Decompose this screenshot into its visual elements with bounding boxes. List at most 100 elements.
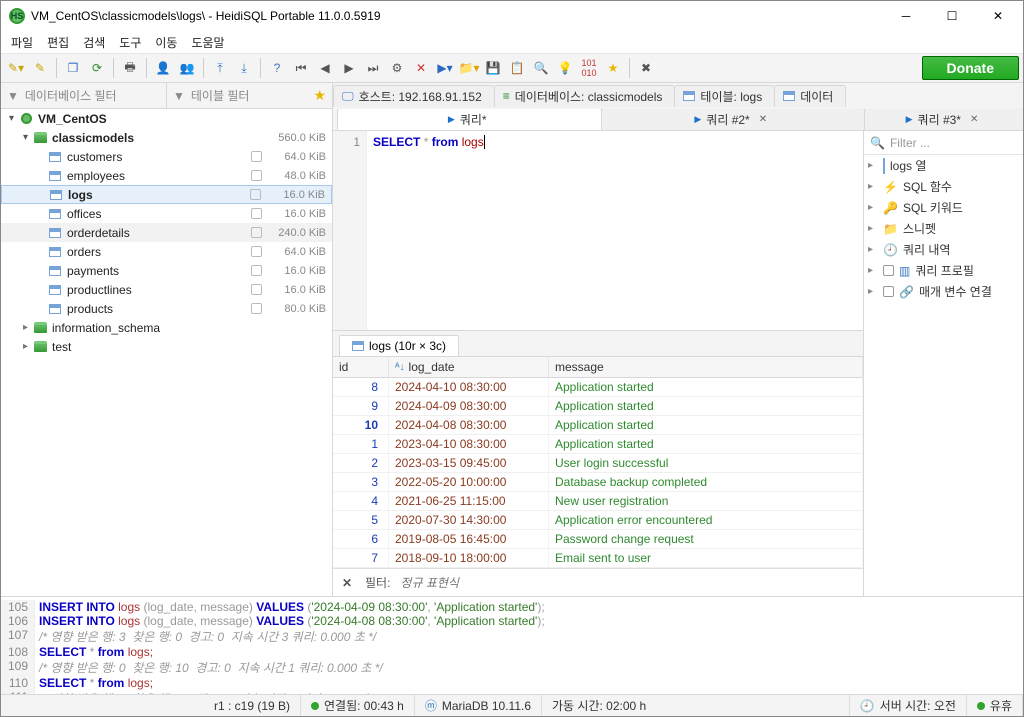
cell-id[interactable]: 4 [333,492,389,511]
new-window-icon[interactable]: ❐ [62,57,84,79]
cell-id[interactable]: 10 [333,416,389,435]
tree-database[interactable]: classicmodels 560.0 KiB [1,128,332,147]
sql-log[interactable]: 105INSERT INTO logs (log_date, message) … [1,596,1023,694]
search-icon[interactable]: 🔍 [530,57,552,79]
last-icon[interactable]: ⏭ [362,57,384,79]
helper-item-clock[interactable]: ▸🕘쿼리 내역 [864,239,1023,260]
tree-table-payments[interactable]: payments16.0 KiB [1,261,332,280]
print-icon[interactable]: 🖶 [119,57,141,79]
cell-message[interactable]: Application started [549,378,863,397]
checkbox[interactable] [251,284,262,295]
tree-table-products[interactable]: products80.0 KiB [1,299,332,318]
cell-message[interactable]: New user registration [549,492,863,511]
result-filter-input[interactable] [400,576,857,590]
cell-id[interactable]: 1 [333,435,389,454]
cell-date[interactable]: 2020-07-30 14:30:00 [389,511,549,530]
tree-database-test[interactable]: test [1,337,332,356]
close-tab-icon[interactable]: ✕ [970,114,978,125]
cell-message[interactable]: Application started [549,397,863,416]
tab-host[interactable]: 🖵호스트: 192.168.91.152 [333,85,495,107]
menu-file[interactable]: 파일 [5,32,39,53]
helper-item-link[interactable]: ▸🔗매개 변수 연결 [864,281,1023,302]
cell-id[interactable]: 6 [333,530,389,549]
maximize-button[interactable]: ☐ [929,1,975,31]
cell-date[interactable]: 2024-04-09 08:30:00 [389,397,549,416]
gear-icon[interactable]: ⚙ [386,57,408,79]
menu-search[interactable]: 검색 [77,32,111,53]
cell-id[interactable]: 9 [333,397,389,416]
db-filter[interactable]: ▼ 데이터베이스 필터 [1,83,167,108]
tree-table-productlines[interactable]: productlines16.0 KiB [1,280,332,299]
cell-id[interactable]: 3 [333,473,389,492]
close-button[interactable]: ✕ [975,1,1021,31]
menu-help[interactable]: 도움말 [185,32,230,53]
cell-date[interactable]: 2018-09-10 18:00:00 [389,549,549,568]
checkbox[interactable] [251,265,262,276]
checkbox[interactable] [251,246,262,257]
checkbox[interactable] [251,170,262,181]
user-icon[interactable]: 👤 [152,57,174,79]
cell-message[interactable]: Database backup completed [549,473,863,492]
cell-message[interactable]: Email sent to user [549,549,863,568]
tab-database[interactable]: ≡데이터베이스: classicmodels [494,85,676,107]
cell-date[interactable]: 2024-04-10 08:30:00 [389,378,549,397]
help-icon[interactable]: ? [266,57,288,79]
column-header-message[interactable]: message [549,357,863,378]
object-tree[interactable]: VM_CentOS classicmodels 560.0 KiB custom… [1,109,333,596]
refresh-icon[interactable]: ⟳ [86,57,108,79]
cell-id[interactable]: 8 [333,378,389,397]
tree-table-customers[interactable]: customers64.0 KiB [1,147,332,166]
cell-message[interactable]: User login successful [549,454,863,473]
cell-date[interactable]: 2024-04-08 08:30:00 [389,416,549,435]
cell-id[interactable]: 5 [333,511,389,530]
tree-database-information_schema[interactable]: information_schema [1,318,332,337]
cell-date[interactable]: 2022-05-20 10:00:00 [389,473,549,492]
tab-table[interactable]: 테이블: logs [674,85,775,107]
minimize-button[interactable]: ─ [883,1,929,31]
helper-item-key[interactable]: ▸🔑SQL 키워드 [864,197,1023,218]
checkbox[interactable] [250,189,261,200]
bulb-icon[interactable]: 💡 [554,57,576,79]
helper-item-folder[interactable]: ▸📁스니펫 [864,218,1023,239]
next-icon[interactable]: ▶ [338,57,360,79]
tab-query-2[interactable]: ▶쿼리 #2*✕ [601,109,866,130]
users-icon[interactable]: 👥 [176,57,198,79]
cell-date[interactable]: 2023-04-10 08:30:00 [389,435,549,454]
binary-icon[interactable]: 101010 [578,57,600,79]
helper-filter[interactable]: 🔍 Filter ... [864,131,1023,155]
import-icon[interactable]: ⤒ [209,57,231,79]
helper-item-chart[interactable]: ▸▥쿼리 프로필 [864,260,1023,281]
donate-button[interactable]: Donate [922,56,1019,80]
save-icon[interactable]: 💾 [482,57,504,79]
cell-date[interactable]: 2019-08-05 16:45:00 [389,530,549,549]
copy-icon[interactable]: 📋 [506,57,528,79]
cell-message[interactable]: Application started [549,435,863,454]
cell-date[interactable]: 2021-06-25 11:15:00 [389,492,549,511]
cancel-icon[interactable]: ✖ [635,57,657,79]
checkbox[interactable] [251,151,262,162]
checkbox[interactable] [251,208,262,219]
helper-item-tbl[interactable]: ▸logs 열 [864,155,1023,176]
tree-table-offices[interactable]: offices16.0 KiB [1,204,332,223]
clear-filter-icon[interactable]: ✕ [339,576,355,590]
prev-icon[interactable]: ◀ [314,57,336,79]
tab-query-1[interactable]: ▶쿼리* [337,109,602,130]
star-icon[interactable]: ★ [313,87,326,104]
cell-id[interactable]: 7 [333,549,389,568]
tree-table-orders[interactable]: orders64.0 KiB [1,242,332,261]
cell-message[interactable]: Password change request [549,530,863,549]
checkbox[interactable] [251,303,262,314]
menu-go[interactable]: 이동 [149,32,183,53]
tree-table-employees[interactable]: employees48.0 KiB [1,166,332,185]
wand-icon[interactable]: ✎▾ [5,57,27,79]
result-tab[interactable]: logs (10r × 3c) [339,335,459,356]
cell-message[interactable]: Application error encountered [549,511,863,530]
menu-tools[interactable]: 도구 [113,32,147,53]
tree-table-orderdetails[interactable]: orderdetails240.0 KiB [1,223,332,242]
helper-item-bolt[interactable]: ▸⚡SQL 함수 [864,176,1023,197]
tab-data[interactable]: 데이터 [774,85,846,107]
stop-icon[interactable]: ✕ [410,57,432,79]
first-icon[interactable]: ⏮ [290,57,312,79]
checkbox[interactable] [251,227,262,238]
folder-icon[interactable]: 📁▾ [458,57,480,79]
